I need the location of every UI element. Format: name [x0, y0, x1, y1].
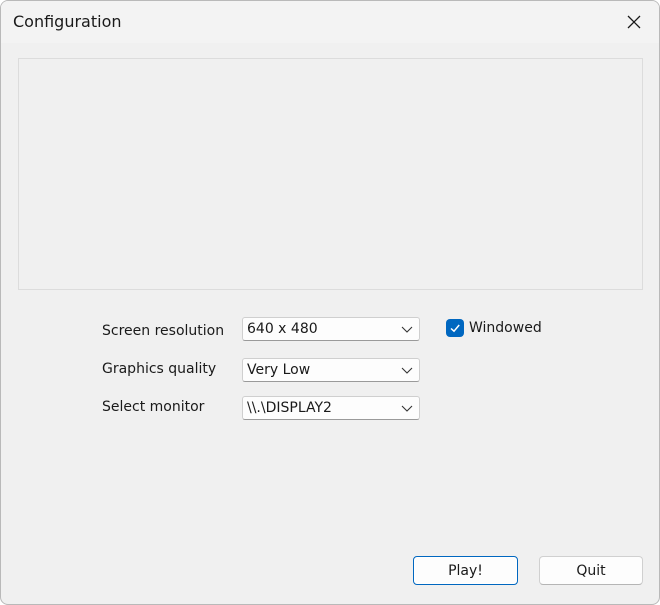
checkmark-icon	[450, 324, 460, 333]
screen-resolution-select[interactable]: 640 x 480	[242, 317, 420, 341]
play-button[interactable]: Play!	[413, 556, 518, 585]
select-monitor-select[interactable]: \\.\DISPLAY2	[242, 396, 420, 420]
close-icon	[627, 15, 641, 29]
windowed-label[interactable]: Windowed	[469, 320, 542, 336]
quit-button[interactable]: Quit	[539, 556, 643, 585]
chevron-down-icon	[401, 326, 413, 333]
screen-resolution-value: 640 x 480	[247, 321, 318, 337]
graphics-quality-value: Very Low	[247, 362, 311, 378]
title-bar: Configuration	[1, 1, 659, 43]
windowed-checkbox[interactable]	[446, 319, 464, 337]
preview-panel	[18, 58, 643, 290]
select-monitor-label: Select monitor	[102, 399, 205, 415]
chevron-down-icon	[401, 367, 413, 374]
window-title: Configuration	[13, 12, 122, 31]
chevron-down-icon	[401, 405, 413, 412]
configuration-window: Configuration Screen resolution 640 x 48…	[0, 0, 660, 605]
graphics-quality-select[interactable]: Very Low	[242, 358, 420, 382]
graphics-quality-label: Graphics quality	[102, 361, 217, 377]
select-monitor-value: \\.\DISPLAY2	[247, 400, 332, 416]
screen-resolution-label: Screen resolution	[102, 323, 225, 339]
close-button[interactable]	[613, 7, 655, 37]
